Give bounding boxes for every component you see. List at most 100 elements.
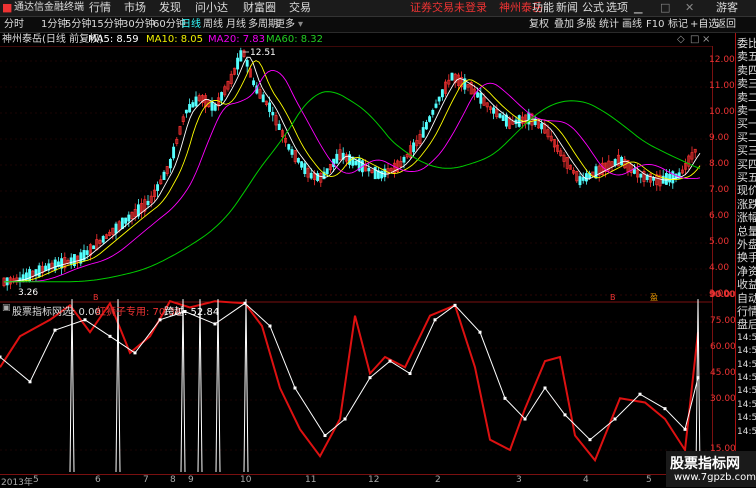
period-button[interactable]: 月线	[226, 18, 246, 31]
quote-side-panel: 委比 卖五 卖四 卖三 卖二 卖一 买一 买二 买三 买四 买五 现价 涨跌 涨幅 总量 外盘 换手 净资 收益 自动…	[735, 33, 756, 487]
side-panel-item[interactable]: 行情	[737, 305, 756, 318]
time-tick: 12	[368, 475, 380, 485]
time-axis: 2013年 5 6 7 8 9 10 11 12 2 3 4 5	[0, 474, 712, 488]
indicator-white-point	[293, 386, 297, 390]
period-button[interactable]: 周线	[203, 18, 223, 31]
candle-body	[584, 173, 588, 182]
close-pane-icon[interactable]: ×	[702, 33, 710, 46]
side-panel-item: 14:50	[737, 373, 756, 383]
candle-body	[252, 80, 256, 86]
candle-body	[380, 170, 384, 179]
indicator-select-value: 选: 0.00	[62, 307, 101, 318]
side-panel-item: 卖三	[737, 77, 756, 91]
toolbar-add-watch-button[interactable]: +自选	[690, 18, 718, 31]
menu-trade[interactable]: 交易	[289, 1, 311, 15]
candle-body	[188, 104, 192, 113]
high-price-label: 12.51	[250, 48, 276, 58]
menu-function[interactable]: 功能	[532, 1, 554, 15]
side-panel-item: 14:50	[737, 413, 756, 424]
candle-body	[335, 153, 339, 164]
candle-body	[440, 89, 444, 98]
indicator-name[interactable]: 股票指标网	[12, 303, 62, 318]
menu-market[interactable]: 市场	[124, 1, 146, 15]
toolbar-stats-button[interactable]: 统计	[599, 18, 619, 31]
period-button[interactable]: 多周期	[248, 18, 278, 31]
indicator-white-point	[663, 407, 667, 411]
period-button-active[interactable]: 日线	[181, 18, 201, 31]
indicator-white-point	[83, 318, 87, 322]
menu-options[interactable]: 选项	[606, 1, 628, 15]
indicator-expand-icon[interactable]: ▣	[2, 303, 11, 313]
window-icon[interactable]: □	[690, 33, 699, 46]
event-marker: 盈	[650, 293, 658, 302]
menu-discover[interactable]: 发现	[159, 1, 181, 15]
event-marker: B	[610, 293, 616, 302]
ma60-label: MA60: 8.32	[266, 34, 324, 45]
candle-body	[290, 149, 294, 155]
candle-body	[124, 217, 128, 224]
time-tick: 9	[188, 475, 194, 485]
indicator-white-point	[613, 417, 617, 421]
toolbar-draw-button[interactable]: 画线	[622, 18, 642, 31]
candle-body	[517, 115, 521, 127]
indicator-axis: 90.00 75.00 60.00 45.00 30.00 15.00	[708, 288, 736, 478]
candle-body	[300, 161, 304, 168]
close-icon[interactable]: ✕	[685, 1, 694, 15]
candle-body	[325, 168, 329, 175]
side-panel-item: 14:50	[737, 359, 756, 370]
indicator-white-point	[133, 351, 137, 355]
chevron-down-icon[interactable]: ▾	[298, 18, 303, 31]
indicator-tick: 75.00	[710, 316, 736, 326]
candle-body	[527, 112, 531, 125]
menu-formula[interactable]: 公式	[582, 1, 604, 15]
toolbar-multistock-button[interactable]: 多股	[576, 18, 596, 31]
kline-chart[interactable]: 12.51 3.26 B B 盈	[0, 46, 712, 474]
period-button[interactable]: 1分钟	[41, 18, 67, 31]
candle-body	[402, 157, 406, 163]
period-button[interactable]: 30分钟	[122, 18, 155, 31]
candlesticks	[2, 47, 697, 291]
period-button[interactable]: 5分钟	[65, 18, 91, 31]
toolbar-f10-button[interactable]: F10	[646, 18, 664, 31]
period-button[interactable]: 分时	[4, 18, 24, 31]
candle-body	[424, 122, 428, 130]
signal-spike	[695, 299, 701, 473]
toolbar-back-button[interactable]: 返回	[716, 18, 736, 31]
toolbar-adjust-button[interactable]: 复权	[529, 18, 549, 31]
menu-wealth[interactable]: 财富圈	[243, 1, 276, 15]
side-panel-item: 现价	[737, 184, 756, 198]
toolbar-overlay-button[interactable]: 叠加	[554, 18, 574, 31]
candle-body	[194, 96, 198, 107]
ma5-label: MA5: 8.59	[88, 34, 139, 45]
period-button[interactable]: 更多	[275, 18, 295, 31]
indicator-white-point	[343, 417, 347, 421]
menu-ask[interactable]: 问小达	[195, 1, 228, 15]
menu-market-quote[interactable]: 行情	[89, 1, 111, 15]
side-panel-item: 14:50	[737, 399, 756, 410]
side-panel-item: 涨幅	[737, 211, 756, 225]
toolbar-mark-button[interactable]: 标记	[668, 18, 688, 31]
candle-body	[434, 103, 438, 108]
login-notice[interactable]: 证券交易未登录	[410, 1, 487, 15]
indicator-tick: 60.00	[710, 342, 736, 352]
indicator-white-point	[268, 324, 272, 328]
candle-body	[620, 156, 624, 166]
minimize-icon[interactable]: ▁	[634, 1, 642, 15]
candle-body	[287, 144, 291, 150]
period-button[interactable]: 15分钟	[91, 18, 124, 31]
candle-body	[492, 107, 496, 114]
side-panel-item[interactable]: 自动	[737, 292, 756, 305]
candle-body	[60, 258, 64, 269]
indicator-lines	[0, 299, 701, 473]
candle-body	[578, 176, 582, 186]
menu-news[interactable]: 新闻	[556, 1, 578, 15]
user-label[interactable]: 游客	[716, 1, 738, 15]
candle-body	[213, 104, 217, 111]
side-panel-item[interactable]: 盘后	[737, 318, 756, 331]
maximize-icon[interactable]: □	[660, 1, 670, 15]
candle-body	[354, 160, 358, 165]
candle-body	[220, 92, 224, 101]
indicator-white-point	[523, 417, 527, 421]
candle-body	[540, 123, 544, 130]
diamond-icon[interactable]: ◇	[677, 33, 685, 46]
